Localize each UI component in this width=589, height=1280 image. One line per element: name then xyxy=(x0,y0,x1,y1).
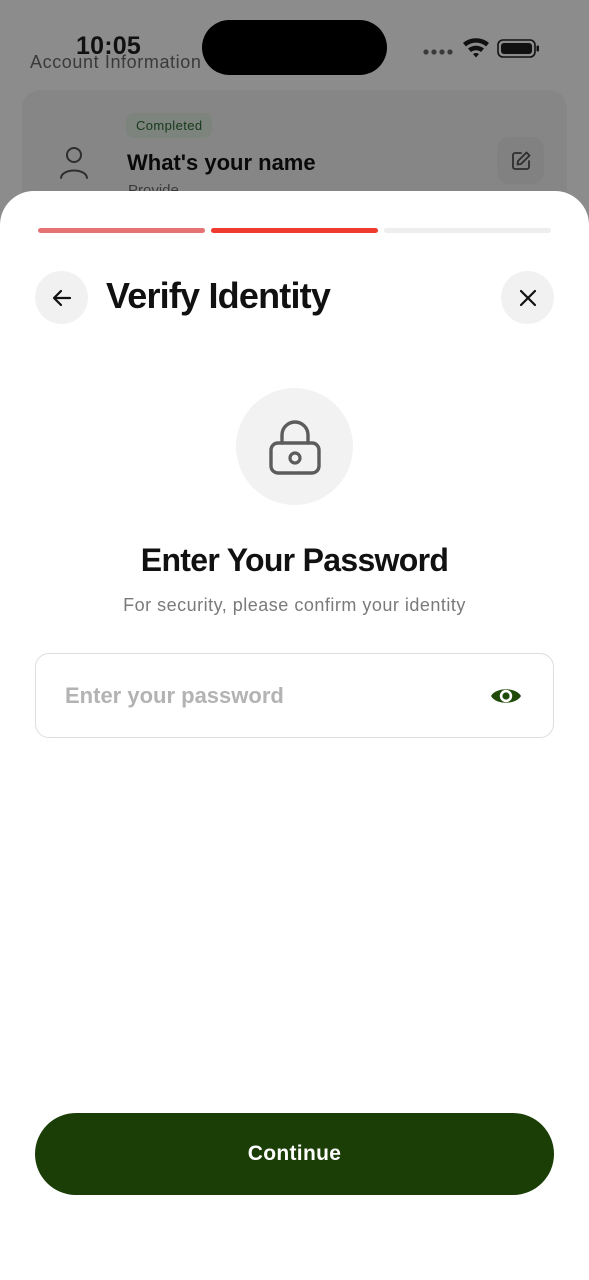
close-button[interactable] xyxy=(501,271,554,324)
progress-step-3 xyxy=(384,228,551,233)
progress-step-2 xyxy=(211,228,378,233)
screen: Account Information Completed What's you… xyxy=(0,0,589,1280)
lock-icon-container xyxy=(236,388,353,505)
progress-step-1 xyxy=(38,228,205,233)
cellular-dots-icon xyxy=(423,49,453,55)
back-button[interactable] xyxy=(35,271,88,324)
back-arrow-icon xyxy=(52,289,71,306)
lock-icon xyxy=(268,419,321,475)
password-field[interactable] xyxy=(35,653,554,738)
status-time: 10:05 xyxy=(76,32,141,60)
verify-identity-sheet: Verify Identity Enter Your Password For … xyxy=(0,191,589,1280)
status-icons xyxy=(422,35,542,61)
sheet-title: Verify Identity xyxy=(106,275,331,316)
dynamic-island xyxy=(202,20,387,75)
close-icon xyxy=(519,289,536,306)
continue-button[interactable]: Continue xyxy=(35,1113,554,1195)
toggle-password-visibility-button[interactable] xyxy=(486,678,526,714)
eye-icon xyxy=(491,689,521,703)
password-input[interactable] xyxy=(65,674,475,718)
password-subheading: For security, please confirm your identi… xyxy=(123,595,466,615)
password-heading: Enter Your Password xyxy=(140,542,449,578)
wifi-icon xyxy=(463,38,489,58)
battery-icon xyxy=(497,39,539,58)
step-progress xyxy=(38,228,551,234)
